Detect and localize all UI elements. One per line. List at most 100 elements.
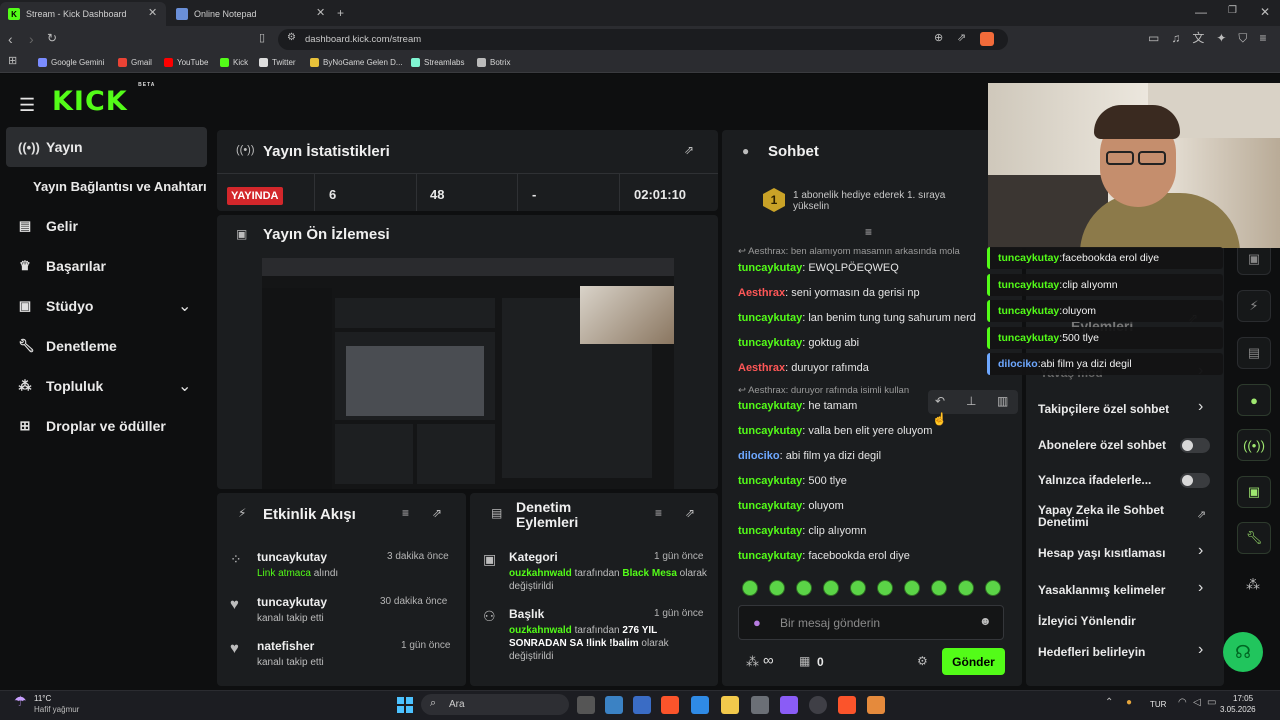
tab-online-notepad[interactable]: Online Notepad ✕	[168, 2, 334, 26]
volume-icon[interactable]: ◁	[1193, 698, 1201, 708]
chat-message[interactable]: dilociko: abi film ya dizi degil	[738, 450, 881, 462]
pin-icon[interactable]: ⊥	[966, 395, 976, 407]
clock-time[interactable]: 17:05	[1233, 694, 1253, 703]
calculator-icon[interactable]	[633, 696, 651, 714]
obs-icon[interactable]	[809, 696, 827, 714]
chat-username[interactable]: dilociko	[738, 450, 780, 462]
taskbar-search[interactable]: ⌕ Ara	[421, 694, 569, 715]
sidebar-item-revenue[interactable]: ▤ Gelir	[18, 206, 78, 246]
translate-icon[interactable]: 文	[1192, 32, 1204, 44]
activity-user[interactable]: natefisher	[257, 639, 314, 653]
chat-username[interactable]: tuncaykutay	[738, 475, 802, 487]
rail-button-chat[interactable]: ●	[1237, 384, 1271, 416]
back-icon[interactable]: ‹	[8, 32, 13, 46]
bookmark-icon[interactable]: ▯	[259, 33, 265, 44]
bookmark-gemini[interactable]: Google Gemini	[38, 58, 104, 67]
external-link-icon[interactable]: ⇗	[1197, 510, 1206, 521]
rail-button-video[interactable]: ▣	[1237, 476, 1271, 508]
chevron-right-icon[interactable]: ›	[1198, 542, 1203, 560]
wifi-icon[interactable]: ◠	[1178, 698, 1187, 708]
emote-icon[interactable]	[985, 580, 1001, 596]
emote-icon[interactable]	[958, 580, 974, 596]
rail-button-broadcast[interactable]: ((•))	[1237, 429, 1271, 461]
set-goals[interactable]: Hedefleri belirleyin	[1038, 645, 1145, 659]
minimize-icon[interactable]: —	[1195, 6, 1207, 18]
brave-icon[interactable]	[661, 696, 679, 714]
support-headset-button[interactable]: ☊	[1223, 632, 1263, 672]
chat-message[interactable]: tuncaykutay: goktug abi	[738, 337, 859, 349]
maximize-icon[interactable]: ❐	[1228, 6, 1237, 16]
chat-input[interactable]: ● Bir mesaj gönderin ☻	[738, 605, 1004, 640]
chat-message[interactable]: tuncaykutay: he tamam	[738, 400, 857, 412]
chevron-right-icon[interactable]: ›	[1198, 579, 1203, 597]
chat-username[interactable]: tuncaykutay	[738, 262, 802, 274]
sidebar-icon[interactable]: ▭	[1148, 32, 1159, 44]
task-view-icon[interactable]	[577, 696, 595, 714]
emote-only-toggle[interactable]	[1180, 473, 1210, 488]
sidebar-item-moderation[interactable]: 🔧︎ Denetleme	[18, 326, 117, 366]
sidebar-item-drops[interactable]: ⊞ Droplar ve ödüller	[18, 406, 166, 446]
hamburger-menu-icon[interactable]: ☰	[19, 95, 35, 116]
windows-start-icon[interactable]	[397, 697, 413, 713]
filter-icon[interactable]: ≡	[655, 507, 662, 519]
emote-icon[interactable]	[823, 580, 839, 596]
chat-message[interactable]: Aesthrax: duruyor rafımda	[738, 362, 869, 374]
banned-words[interactable]: Yasaklanmış kelimeler	[1038, 583, 1165, 597]
subscribers-only-toggle[interactable]	[1180, 438, 1210, 453]
bookmark-botrix[interactable]: Botrix	[477, 58, 510, 67]
trash-icon[interactable]: ▥	[997, 395, 1008, 407]
tray-chevron-icon[interactable]: ⌃	[1105, 698, 1113, 708]
outlook-icon[interactable]	[691, 696, 709, 714]
app-icon[interactable]	[605, 696, 623, 714]
sidebar-item-achievements[interactable]: ♛ Başarılar	[18, 246, 106, 286]
chat-username[interactable]: tuncaykutay	[738, 525, 802, 537]
chat-message[interactable]: tuncaykutay: oluyom	[738, 500, 844, 512]
preview-video[interactable]	[262, 258, 674, 489]
share-icon[interactable]: ⇗	[957, 33, 966, 44]
reply-icon[interactable]: ↶	[935, 395, 945, 407]
emote-icon[interactable]	[850, 580, 866, 596]
explorer-icon[interactable]	[721, 696, 739, 714]
chat-username[interactable]: tuncaykutay	[738, 400, 802, 412]
emoji-icon[interactable]: ☻	[979, 615, 992, 627]
mic-tray-icon[interactable]: ●	[1126, 698, 1132, 708]
bookmark-gmail[interactable]: Gmail	[118, 58, 152, 67]
music-icon[interactable]: ♫	[1171, 32, 1180, 44]
followers-only-chat[interactable]: Takipçilere özel sohbet	[1038, 402, 1169, 416]
chat-username[interactable]: Aesthrax	[738, 362, 785, 374]
chat-username[interactable]: Aesthrax	[738, 287, 785, 299]
site-info-icon[interactable]: ⚙	[287, 33, 296, 43]
chat-message[interactable]: tuncaykutay: 500 tlye	[738, 475, 847, 487]
chat-username[interactable]: tuncaykutay	[738, 312, 802, 324]
menu-icon[interactable]: ≡	[1259, 32, 1266, 44]
raid-viewers[interactable]: İzleyici Yönlendir	[1038, 614, 1136, 628]
sidebar-item-community[interactable]: ⁂ Topluluk	[18, 366, 104, 406]
extensions-icon[interactable]: ✦	[1216, 32, 1226, 44]
popout-icon[interactable]: ⇗	[432, 507, 442, 519]
close-tab-icon[interactable]: ✕	[148, 8, 157, 19]
emote-icon[interactable]	[931, 580, 947, 596]
app-icon-3[interactable]	[867, 696, 885, 714]
sidebar-item-stream-key[interactable]: Yayın Bağlantısı ve Anahtarı	[33, 166, 207, 206]
chevron-down-icon[interactable]: ⌄	[178, 296, 191, 316]
send-button[interactable]: Gönder	[942, 648, 1005, 675]
weather-icon[interactable]: ☂	[14, 693, 27, 710]
rail-button-bolt[interactable]: ⚡︎	[1237, 290, 1271, 322]
chat-message[interactable]: tuncaykutay: EWQLPÖEQWEQ	[738, 262, 899, 274]
chat-message[interactable]: tuncaykutay: clip alıyomn	[738, 525, 866, 537]
chat-message[interactable]: tuncaykutay: valla ben elit yere oluyom	[738, 425, 932, 437]
reload-icon[interactable]: ↻	[47, 32, 57, 44]
store-icon[interactable]	[751, 696, 769, 714]
activity-user[interactable]: tuncaykutay	[257, 550, 327, 564]
vpn-icon[interactable]: ⛉	[1238, 32, 1247, 44]
close-window-icon[interactable]: ✕	[1260, 6, 1270, 18]
sidebar-item-stream[interactable]: ((•)) Yayın	[18, 127, 83, 167]
chevron-right-icon[interactable]: ›	[1198, 641, 1203, 659]
chat-message[interactable]: Aesthrax: seni yormasın da gerisi np	[738, 287, 920, 299]
language-indicator[interactable]: TUR	[1150, 700, 1166, 709]
community-icon[interactable]: ⁂	[1246, 577, 1260, 591]
kick-logo[interactable]: KICK BETA	[52, 82, 155, 117]
account-age-restriction[interactable]: Hesap yaşı kısıtlaması	[1038, 546, 1165, 560]
emote-icon[interactable]	[904, 580, 920, 596]
bookmark-twitter[interactable]: Twitter	[259, 58, 296, 67]
